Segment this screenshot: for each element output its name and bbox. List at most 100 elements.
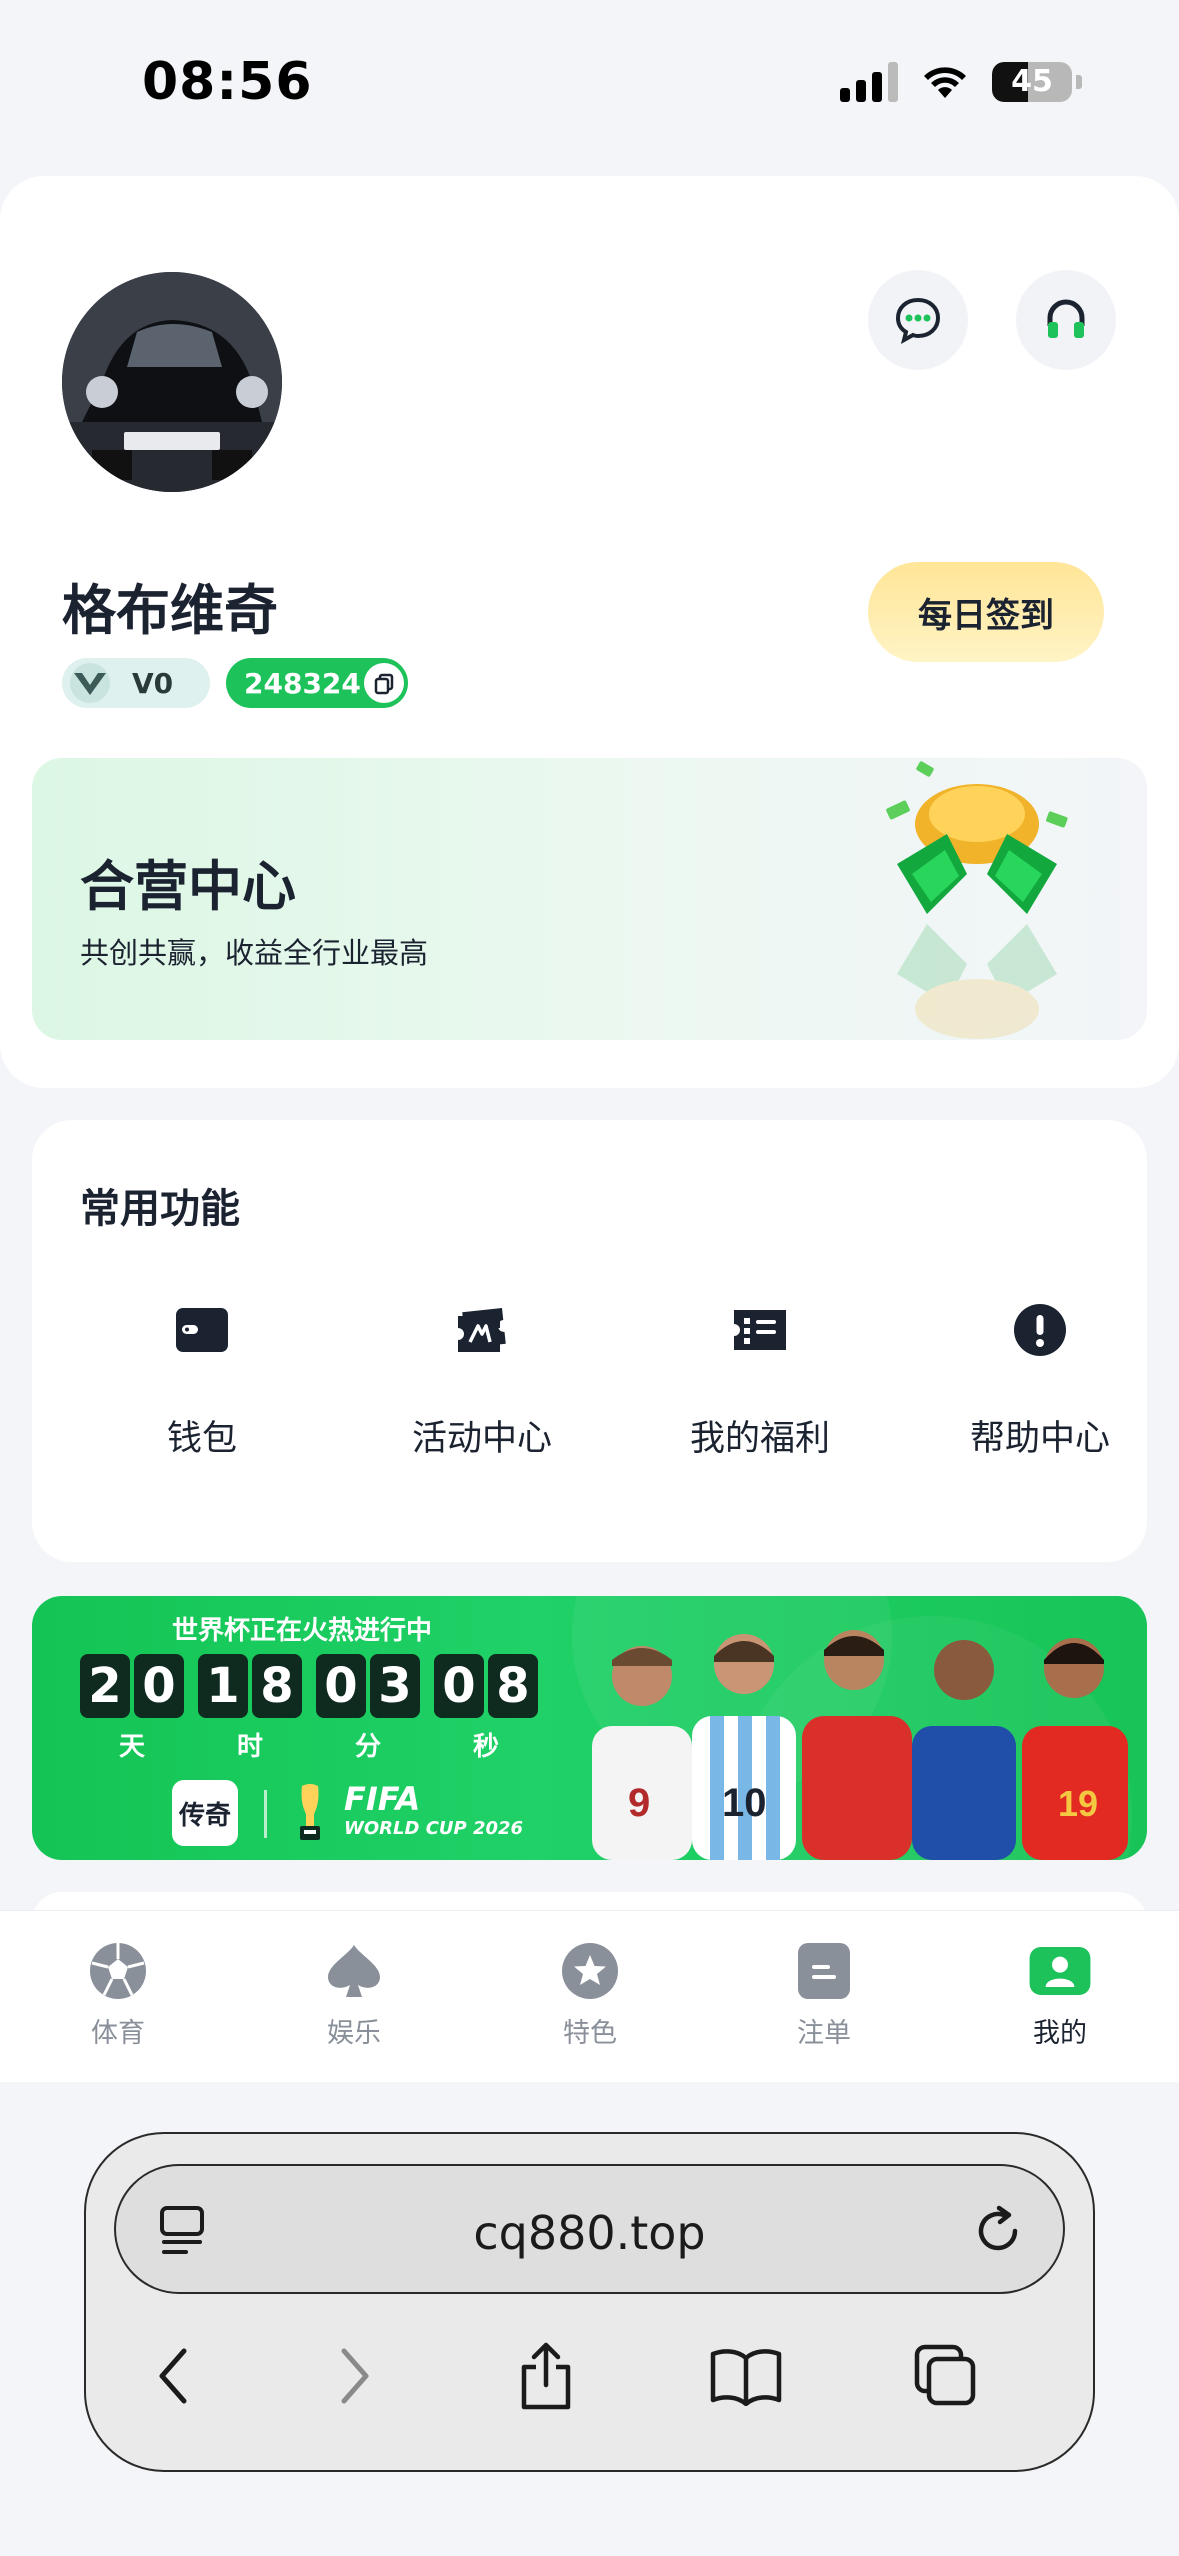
feature-activity-center[interactable]: 活动中心 [362,1300,602,1461]
tab-label: 我的 [1033,2018,1087,2049]
worldcup-headline: 世界杯正在火热进行中 [172,1616,433,1646]
brand-logo: 传奇 [172,1780,238,1846]
countdown-unit-hours: 时 [236,1732,263,1762]
feature-label: 钱包 [166,1419,237,1459]
countdown-digit: 8 [252,1654,302,1718]
countdown-digit: 0 [434,1654,484,1718]
back-button[interactable] [134,2336,214,2416]
tab-entertainment[interactable]: 娱乐 [284,1939,424,2050]
countdown-digit: 8 [488,1654,538,1718]
feature-label: 我的福利 [689,1419,830,1459]
tabs-button[interactable] [906,2336,986,2416]
tab-mine[interactable]: 我的 [990,1939,1130,2050]
countdown-digit: 2 [80,1654,130,1718]
common-features-card: 常用功能 钱包 活动中心 我的福利 帮助中心 [32,1120,1147,1562]
profile-card: 格布维奇 每日签到 V0 248324 合营中心 共创共赢，收益全行业最高 [0,176,1179,1088]
browser-toolbar-area: cq880.top [0,2082,1179,2556]
status-icons: 45 [840,62,1082,102]
status-bar: 08:56 45 [0,0,1179,176]
players-illustration: 9 10 19 [592,1630,1128,1860]
chat-bubble-icon [895,297,941,344]
star-badge-icon [558,1939,622,2003]
wallet-icon [172,1300,232,1360]
bookmarks-button[interactable] [706,2336,786,2416]
bet-slip-icon [792,1939,856,2003]
headset-icon [1047,299,1085,338]
spade-icon [322,1939,386,2003]
worldcup-text: WORLD CUP 2026 [344,1818,524,1839]
countdown-unit-minutes: 分 [354,1732,381,1762]
cellular-signal-icon [840,62,898,102]
share-icon [521,2342,571,2410]
ticket-icon [452,1300,512,1360]
tab-label: 注单 [797,2018,851,2049]
battery-percent: 45 [1011,64,1053,99]
tab-label: 体育 [91,2018,145,2049]
features-title: 常用功能 [80,1186,240,1232]
copy-id-button[interactable] [364,663,404,703]
share-button[interactable] [506,2336,586,2416]
countdown-digit: 0 [316,1654,366,1718]
fifa-text: FIFA [344,1780,421,1818]
feature-label: 活动中心 [411,1419,552,1459]
soccer-ball-icon [86,1939,150,2003]
tabs-icon [914,2344,976,2406]
trophy-icon [300,1784,320,1840]
countdown-digit: 3 [370,1654,420,1718]
copy-icon [374,673,394,695]
countdown-unit-seconds: 秒 [472,1732,499,1762]
chevron-left-icon [159,2348,187,2404]
username: 格布维奇 [62,579,278,642]
book-icon [710,2349,782,2406]
user-icon [1028,1939,1092,2003]
feature-wallet[interactable]: 钱包 [82,1300,322,1461]
exclamation-icon [1010,1300,1070,1360]
vip-level: V0 [132,666,174,700]
battery-cap [1076,75,1082,89]
feature-help-center[interactable]: 帮助中心 [920,1300,1160,1461]
countdown-seconds: 0 8 [434,1654,538,1718]
feature-my-benefits[interactable]: 我的福利 [640,1300,880,1461]
forward-button[interactable] [314,2336,394,2416]
avatar[interactable] [62,272,282,492]
daily-checkin-button[interactable]: 每日签到 [868,562,1104,662]
handshake-icon [886,761,1068,1039]
tab-label: 特色 [563,2018,617,2049]
status-time: 08:56 [142,52,313,112]
countdown-days: 2 0 [80,1654,184,1718]
worldcup-banner[interactable]: 世界杯正在火热进行中 2 0 1 8 0 3 0 8 天 时 分 秒 传奇 FI… [32,1596,1147,1860]
reload-icon[interactable] [971,2204,1025,2258]
countdown-minutes: 0 3 [316,1654,420,1718]
svg-text:19: 19 [1058,1783,1098,1824]
countdown-digit: 0 [134,1654,184,1718]
address-bar[interactable]: cq880.top [114,2164,1065,2294]
tab-featured[interactable]: 特色 [520,1939,660,2050]
vip-badge[interactable]: V0 [62,658,210,708]
tab-sports[interactable]: 体育 [48,1939,188,2050]
svg-text:10: 10 [722,1781,767,1825]
url-text: cq880.top [473,2206,706,2260]
bottom-tab-bar: 体育 娱乐 特色 注单 我的 [0,1910,1179,2082]
feature-label: 帮助中心 [969,1419,1110,1459]
battery-icon: 45 [992,62,1072,102]
customer-service-button[interactable] [1016,270,1116,370]
vip-chevron-icon [70,663,110,703]
partner-title: 合营中心 [80,855,296,918]
user-id: 248324 [244,666,361,700]
partner-subtitle: 共创共赢，收益全行业最高 [80,936,429,970]
tab-bets[interactable]: 注单 [754,1939,894,2050]
avatar-image [62,272,282,492]
countdown-units: 天 时 分 秒 [80,1726,538,1763]
countdown-hours: 1 8 [198,1654,302,1718]
message-button[interactable] [868,270,968,370]
partner-center-banner[interactable]: 合营中心 共创共赢，收益全行业最高 [32,758,1147,1040]
countdown-unit-days: 天 [118,1732,145,1762]
svg-text:9: 9 [628,1781,650,1825]
tab-label: 娱乐 [327,2018,381,2049]
user-id-badge: 248324 [226,658,408,708]
wifi-icon [924,67,966,98]
logo-divider [264,1790,267,1838]
browser-toolbar: cq880.top [84,2132,1095,2472]
chevron-right-icon [341,2348,369,2404]
countdown-digit: 1 [198,1654,248,1718]
